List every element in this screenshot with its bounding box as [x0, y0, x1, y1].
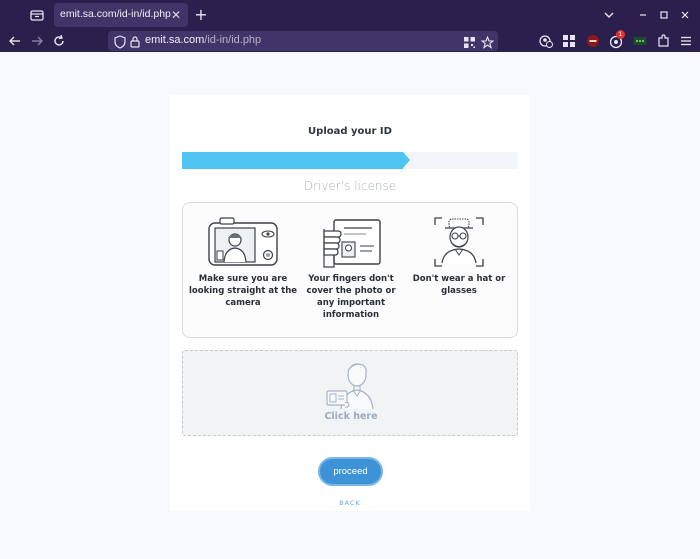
url-host: emit.sa.com	[145, 34, 205, 46]
browser-nav-bar: emit.sa.com/id-in/id.php 1	[0, 30, 700, 52]
tab-list-icon[interactable]	[28, 6, 46, 24]
qr-code-icon[interactable]	[463, 34, 476, 53]
back-link[interactable]: BACK	[170, 499, 530, 507]
forward-arrow-icon[interactable]	[28, 32, 46, 50]
notifications-extension-icon[interactable]: 1	[608, 30, 625, 49]
url-path: /id-in/id.php	[204, 34, 262, 46]
new-tab-icon[interactable]: +	[192, 6, 210, 24]
document-type-label: Driver's license	[303, 179, 397, 193]
browser-tab-bar: emit.sa.com/id-in/id.php ✕ +	[0, 0, 700, 30]
maximize-icon[interactable]	[655, 6, 673, 24]
ublock-icon[interactable]	[585, 33, 601, 49]
tip-fingers-placement: Your fingers don't cover the photo or an…	[297, 215, 405, 321]
shield-icon[interactable]	[114, 34, 126, 53]
page-viewport: Upload your ID Driver's license Make sur…	[0, 52, 700, 559]
tab-overflow-chevron-icon[interactable]	[600, 6, 618, 24]
lock-icon[interactable]	[130, 34, 140, 53]
upload-click-label[interactable]: Click here	[183, 411, 519, 422]
tip-no-hat-glasses: Don't wear a hat or glasses	[405, 215, 513, 297]
tip-text: Don't wear a hat or glasses	[412, 274, 506, 296]
progress-bar	[182, 152, 518, 169]
progress-arrow-tip	[403, 152, 410, 168]
progress-fill	[182, 152, 403, 169]
puzzle-extensions-icon[interactable]	[656, 33, 672, 49]
url-text: emit.sa.com/id-in/id.php	[145, 34, 261, 46]
minimize-icon[interactable]	[634, 6, 652, 24]
close-window-icon[interactable]	[676, 6, 694, 24]
person-hat-glasses-icon	[434, 217, 484, 267]
hamburger-menu-icon[interactable]	[678, 33, 694, 49]
photo-tips-panel: Make sure you are looking straight at th…	[182, 202, 518, 338]
upload-id-card: Upload your ID Driver's license Make sur…	[170, 95, 530, 511]
notification-badge: 1	[616, 30, 625, 39]
tip-look-straight: Make sure you are looking straight at th…	[189, 215, 297, 309]
page-title: Upload your ID	[308, 126, 392, 137]
upload-dropzone[interactable]: Click here	[182, 350, 518, 436]
tip-text: Your fingers don't cover the photo or an…	[306, 274, 396, 320]
active-tab[interactable]: emit.sa.com/id-in/id.php ✕	[54, 3, 188, 27]
password-manager-icon[interactable]	[632, 33, 648, 49]
proceed-button[interactable]: proceed	[318, 457, 383, 486]
tip-text: Make sure you are looking straight at th…	[189, 274, 298, 308]
address-bar[interactable]: emit.sa.com/id-in/id.php	[108, 31, 498, 51]
hand-holding-id-icon	[323, 219, 381, 268]
person-holding-id-icon	[326, 363, 374, 410]
extensions-grid-icon[interactable]	[561, 33, 577, 49]
account-sync-icon[interactable]	[538, 33, 554, 49]
reload-icon[interactable]	[50, 32, 68, 50]
bookmark-star-icon[interactable]	[480, 34, 495, 53]
back-arrow-icon[interactable]	[6, 32, 24, 50]
camera-selfie-icon	[208, 217, 278, 266]
close-tab-icon[interactable]: ✕	[169, 8, 183, 22]
tab-title: emit.sa.com/id-in/id.php	[60, 8, 171, 20]
